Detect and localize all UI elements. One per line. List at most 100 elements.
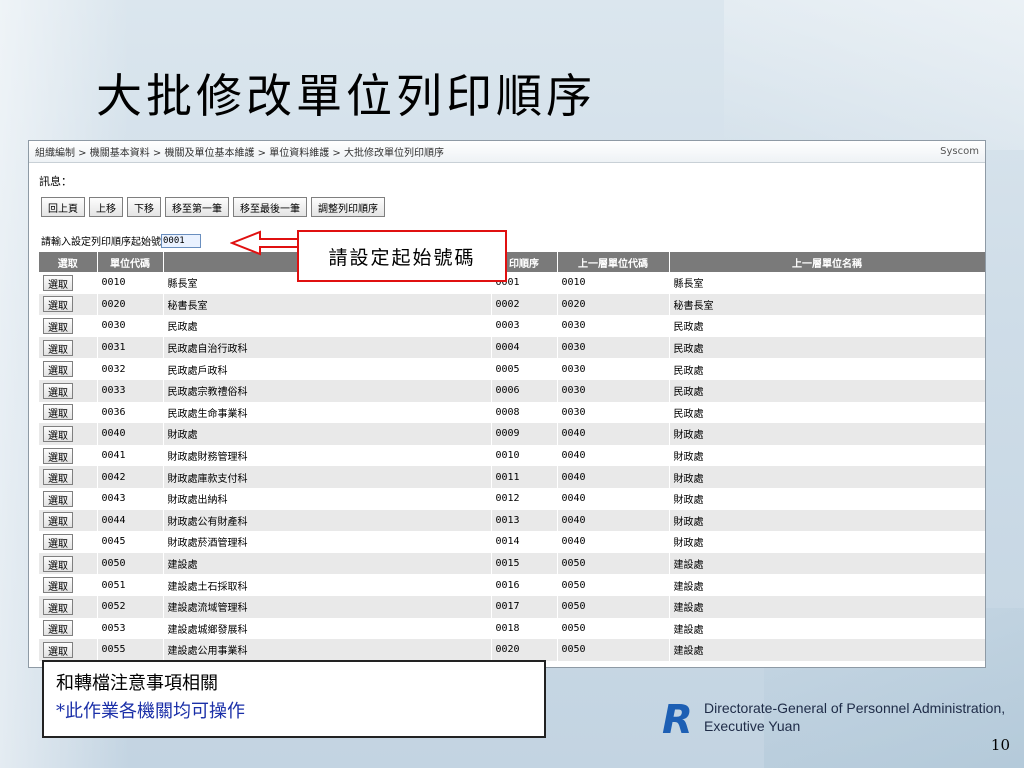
select-row-button[interactable]: 選取 — [43, 533, 73, 550]
select-row-button[interactable]: 選取 — [43, 404, 73, 421]
select-cell: 選取 — [39, 487, 98, 510]
unit-code-cell: 0031 — [97, 336, 164, 359]
page-number: 10 — [990, 736, 1010, 754]
unit-code-cell: 0032 — [97, 358, 164, 380]
back-button[interactable]: 回上頁 — [41, 197, 85, 217]
header-unit-code: 單位代碼 — [97, 252, 164, 272]
select-cell: 選取 — [39, 466, 98, 488]
parent-name-cell: 建設處 — [669, 574, 985, 596]
move-down-button[interactable]: 下移 — [127, 197, 161, 217]
select-row-button[interactable]: 選取 — [43, 577, 73, 594]
note-line-1: 和轉檔注意事項相關 — [56, 673, 218, 694]
unit-code-cell: 0051 — [97, 574, 164, 596]
print-order-cell: 0014 — [491, 531, 558, 553]
unit-code-cell: 0041 — [97, 444, 164, 467]
print-order-cell: 0005 — [491, 358, 558, 380]
select-row-button[interactable]: 選取 — [43, 296, 73, 313]
select-row-button[interactable]: 選取 — [43, 620, 73, 637]
unit-code-cell: 0036 — [97, 401, 164, 424]
print-order-cell: 0008 — [491, 401, 558, 424]
unit-name-cell: 財政處 — [163, 423, 492, 445]
table-row: 選取 0044 財政處公有財產科 0013 0040 財政處 — [39, 509, 985, 532]
unit-code-cell: 0043 — [97, 487, 164, 510]
parent-name-cell: 財政處 — [669, 487, 985, 510]
table-row: 選取 0040 財政處 0009 0040 財政處 — [39, 423, 985, 445]
select-cell: 選取 — [39, 272, 98, 294]
print-order-cell: 0011 — [491, 466, 558, 488]
adjust-print-order-button[interactable]: 調整列印順序 — [311, 197, 385, 217]
unit-name-cell: 民政處宗教禮俗科 — [163, 379, 492, 402]
parent-name-cell: 民政處 — [669, 401, 985, 424]
select-cell: 選取 — [39, 552, 98, 575]
units-table: 選取 單位代碼 印順序 上一層單位代碼 上一層單位名稱 選取 0010 縣長室 000… — [39, 252, 985, 667]
select-row-button[interactable]: 選取 — [43, 555, 73, 572]
select-cell: 選取 — [39, 358, 98, 380]
unit-code-cell: 0053 — [97, 617, 164, 640]
unit-code-cell: 0020 — [97, 293, 164, 316]
unit-name-cell: 財政處庫款支付科 — [163, 466, 492, 488]
table-row: 選取 0043 財政處出納科 0012 0040 財政處 — [39, 487, 985, 510]
table-row: 選取 0042 財政處庫款支付科 0011 0040 財政處 — [39, 466, 985, 488]
start-number-label: 請輸入設定列印順序起始號 — [41, 237, 161, 248]
select-row-button[interactable]: 選取 — [43, 469, 73, 486]
table-row: 選取 0010 縣長室 0001 0010 縣長室 — [39, 272, 985, 294]
unit-code-cell: 0052 — [97, 595, 164, 618]
parent-name-cell: 工務處 — [669, 660, 985, 667]
print-order-cell: 0016 — [491, 574, 558, 596]
table-row: 選取 0036 民政處生命事業科 0008 0030 民政處 — [39, 401, 985, 424]
select-row-button[interactable]: 選取 — [43, 447, 73, 464]
app-screenshot-panel: 組織編制 > 機關基本資料 > 機關及單位基本維護 > 單位資料維護 > 大批修… — [28, 140, 986, 668]
parent-code-cell: 0050 — [557, 574, 670, 596]
note-box: 和轉檔注意事項相關 *此作業各機關均可操作 — [42, 660, 546, 738]
start-number-input[interactable] — [161, 233, 201, 248]
parent-code-cell: 0040 — [557, 444, 670, 467]
move-to-first-button[interactable]: 移至第一筆 — [165, 197, 229, 217]
print-order-cell: 0003 — [491, 315, 558, 337]
select-row-button[interactable]: 選取 — [43, 339, 73, 356]
select-row-button[interactable]: 選取 — [43, 512, 73, 529]
unit-code-cell: 0040 — [97, 423, 164, 445]
table-row: 選取 0053 建設處城鄉發展科 0018 0050 建設處 — [39, 617, 985, 640]
parent-name-cell: 財政處 — [669, 509, 985, 532]
select-row-button[interactable]: 選取 — [43, 317, 73, 334]
print-order-cell: 0018 — [491, 617, 558, 640]
select-row-button[interactable]: 選取 — [43, 641, 73, 658]
unit-code-cell: 0010 — [97, 272, 164, 294]
select-cell: 選取 — [39, 574, 98, 596]
unit-name-cell: 財政處財務管理科 — [163, 444, 492, 467]
print-order-cell: 0010 — [491, 444, 558, 467]
unit-code-cell: 0044 — [97, 509, 164, 532]
table-row: 選取 0045 財政處菸酒管理科 0014 0040 財政處 — [39, 531, 985, 553]
select-cell: 選取 — [39, 444, 98, 467]
select-cell: 選取 — [39, 595, 98, 618]
unit-name-cell: 財政處菸酒管理科 — [163, 531, 492, 553]
select-cell: 選取 — [39, 617, 98, 640]
print-order-cell: 0012 — [491, 487, 558, 510]
unit-name-cell: 建設處土石採取科 — [163, 574, 492, 596]
select-row-button[interactable]: 選取 — [43, 382, 73, 399]
parent-name-cell: 建設處 — [669, 617, 985, 640]
dgpa-logo-icon: R — [662, 697, 693, 737]
parent-code-cell: 0010 — [557, 272, 670, 294]
slide-title: 大批修改單位列印順序 — [96, 69, 596, 123]
unit-code-cell: 0045 — [97, 531, 164, 553]
select-cell: 選取 — [39, 531, 98, 553]
move-up-button[interactable]: 上移 — [89, 197, 123, 217]
header-parent-name: 上一層單位名稱 — [669, 252, 985, 272]
unit-code-cell: 0033 — [97, 379, 164, 402]
select-cell: 選取 — [39, 293, 98, 316]
parent-code-cell: 0030 — [557, 315, 670, 337]
parent-name-cell: 財政處 — [669, 423, 985, 445]
select-cell: 選取 — [39, 509, 98, 532]
parent-code-cell: 0030 — [557, 401, 670, 424]
select-row-button[interactable]: 選取 — [43, 490, 73, 507]
select-cell: 選取 — [39, 379, 98, 402]
select-row-button[interactable]: 選取 — [43, 598, 73, 615]
select-row-button[interactable]: 選取 — [43, 274, 73, 291]
select-row-button[interactable]: 選取 — [43, 361, 73, 378]
move-to-last-button[interactable]: 移至最後一筆 — [233, 197, 307, 217]
select-row-button[interactable]: 選取 — [43, 425, 73, 442]
parent-code-cell: 0040 — [557, 509, 670, 532]
print-order-cell: 0013 — [491, 509, 558, 532]
table-row: 選取 0030 民政處 0003 0030 民政處 — [39, 315, 985, 337]
